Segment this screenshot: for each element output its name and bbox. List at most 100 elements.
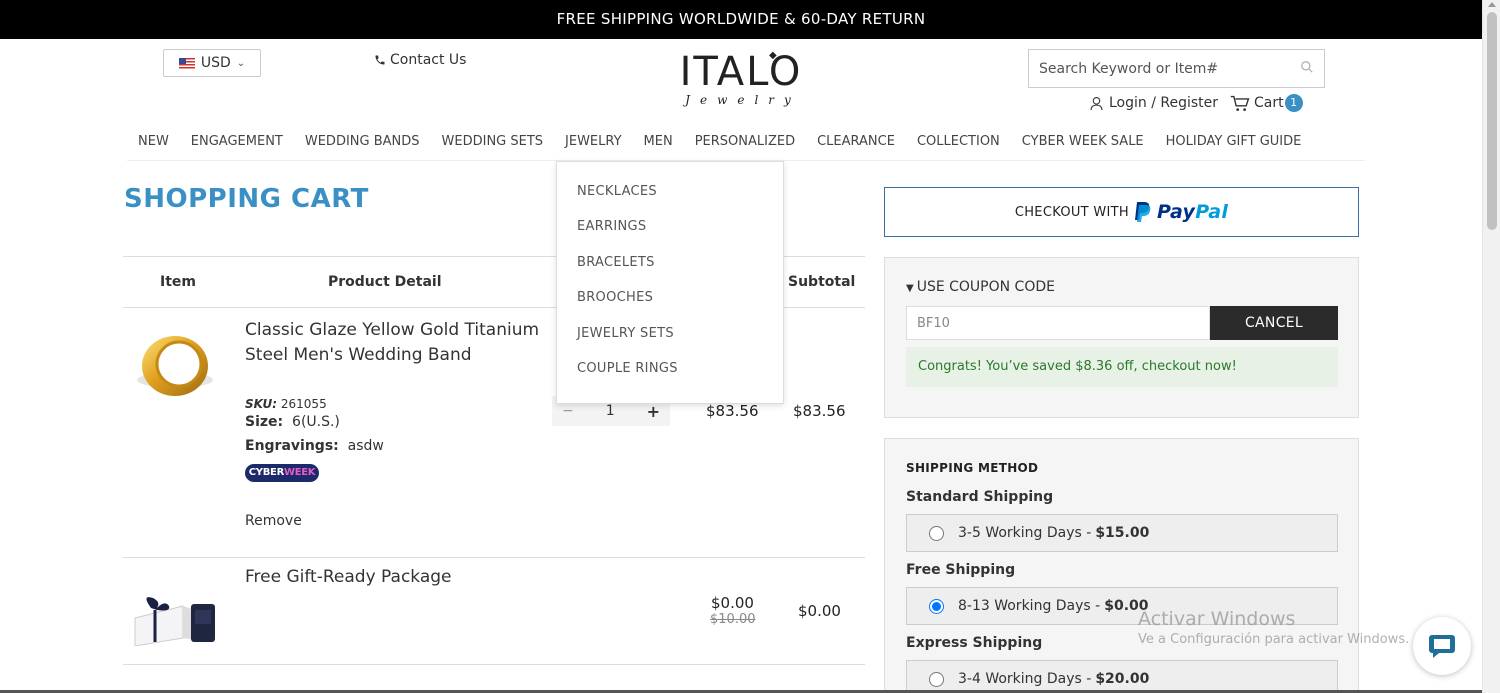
chat-bubble-icon — [1429, 635, 1455, 658]
coupon-success-message: Congrats! You’ve saved $8.36 off, checko… — [906, 347, 1338, 387]
menu-item-brooches[interactable]: BROOCHES — [557, 290, 783, 325]
login-register-link[interactable]: Login / Register — [1109, 95, 1218, 111]
shipping-option-price: $15.00 — [1095, 525, 1150, 541]
quantity-value[interactable]: 1 — [606, 403, 615, 419]
search-icon[interactable] — [1300, 60, 1314, 78]
nav-item-holiday-gift-guide[interactable]: HOLIDAY GIFT GUIDE — [1155, 132, 1313, 160]
cart-label: Cart — [1254, 95, 1284, 111]
unit-price: $83.56 — [706, 402, 759, 420]
cart-link[interactable]: Cart 1 — [1230, 94, 1303, 112]
badge-text-cyber: CYBER — [248, 467, 285, 478]
windows-activation-watermark: Activar Windows Ve a Configuración para … — [1138, 608, 1409, 647]
engraving-label: Engravings: — [245, 438, 339, 454]
shipping-option-price: $20.00 — [1095, 671, 1150, 687]
product-name-link[interactable]: Free Gift-Ready Package — [245, 565, 545, 590]
shipping-group-express: Express Shipping — [906, 635, 1043, 651]
menu-item-bracelets[interactable]: BRACELETS — [557, 255, 783, 290]
engraving-value: asdw — [347, 438, 384, 454]
increase-quantity-button[interactable]: + — [647, 402, 660, 421]
diamond-icon: ◆ — [769, 50, 777, 61]
coupon-toggle[interactable]: ▼ USE COUPON CODE — [906, 279, 1055, 295]
shipping-heading: SHIPPING METHOD — [906, 461, 1039, 475]
cart-icon — [1230, 95, 1250, 111]
main-nav: NEW ENGAGEMENT WEDDING BANDS WEDDING SET… — [127, 132, 1365, 161]
shipping-option-standard[interactable]: 3-5 Working Days - $15.00 — [906, 514, 1338, 552]
column-header-product-detail: Product Detail — [328, 274, 442, 290]
size-label: Size: — [245, 414, 284, 430]
badge-text-week: WEEK — [283, 467, 316, 478]
us-flag-icon — [178, 57, 195, 69]
nav-item-collection[interactable]: COLLECTION — [906, 132, 1011, 160]
coupon-heading: USE COUPON CODE — [916, 279, 1055, 295]
shipping-group-standard: Standard Shipping — [906, 489, 1054, 505]
watermark-line2: Ve a Configuración para activar Windows. — [1138, 632, 1410, 647]
nav-item-personalized[interactable]: PERSONALIZED — [684, 132, 806, 160]
cart-count-badge: 1 — [1284, 94, 1303, 112]
menu-item-necklaces[interactable]: NECKLACES — [557, 184, 783, 219]
shipping-method-panel: SHIPPING METHOD Standard Shipping 3-5 Wo… — [884, 438, 1359, 693]
live-chat-button[interactable] — [1413, 617, 1471, 675]
contact-label: Contact Us — [390, 52, 467, 68]
scroll-up-icon[interactable] — [1488, 2, 1496, 7]
search-box[interactable] — [1028, 49, 1325, 88]
size-value: 6(U.S.) — [292, 414, 340, 430]
contact-us-link[interactable]: Contact Us — [374, 52, 466, 68]
phone-icon — [375, 55, 385, 65]
cart-row: Free Gift-Ready Package $0.00 $10.00 $0.… — [123, 558, 865, 665]
logo-subtext: Jewelry — [685, 93, 801, 107]
shipping-radio-free[interactable] — [929, 598, 944, 614]
shipping-radio-express[interactable] — [929, 671, 944, 687]
cyber-week-badge: CYBERWEEK — [245, 464, 319, 482]
paypal-wordmark: PayPal — [1157, 201, 1228, 223]
row-subtotal: $0.00 — [798, 602, 841, 620]
remove-item-link[interactable]: Remove — [245, 513, 302, 529]
paypal-checkout-button[interactable]: CHECKOUT WITH PayPal — [884, 187, 1359, 237]
user-icon — [1090, 96, 1103, 110]
site-logo[interactable]: ITALO Jewelry ◆ — [668, 50, 814, 108]
nav-item-men[interactable]: MEN — [633, 132, 684, 160]
product-engraving: Engravings: asdw — [245, 438, 384, 454]
menu-item-jewelry-sets[interactable]: JEWELRY SETS — [557, 326, 783, 361]
scrollbar-thumb[interactable] — [1487, 12, 1497, 230]
currency-label: USD — [200, 55, 231, 71]
nav-item-jewelry[interactable]: JEWELRY — [554, 132, 633, 160]
checkout-with-label: CHECKOUT WITH — [1014, 204, 1129, 220]
shipping-radio-standard[interactable] — [929, 525, 944, 541]
nav-item-cyber-week-sale[interactable]: CYBER WEEK SALE — [1011, 132, 1155, 160]
column-header-item: Item — [160, 274, 196, 290]
menu-item-couple-rings[interactable]: COUPLE RINGS — [557, 361, 783, 396]
jewelry-dropdown-menu: NECKLACES EARRINGS BRACELETS BROOCHES JE… — [556, 161, 784, 404]
currency-selector[interactable]: USD ⌄ — [163, 49, 261, 77]
search-input[interactable] — [1039, 60, 1289, 77]
page-scrollbar[interactable] — [1482, 0, 1500, 693]
row-subtotal: $83.56 — [793, 402, 846, 420]
shipping-group-free: Free Shipping — [906, 562, 1016, 578]
chevron-down-icon: ⌄ — [236, 57, 246, 69]
paypal-wordmark-pal: Pal — [1195, 201, 1229, 223]
shipping-option-text: 8-13 Working Days - — [958, 598, 1101, 614]
cancel-coupon-button[interactable]: CANCEL — [1210, 306, 1338, 340]
nav-item-wedding-sets[interactable]: WEDDING SETS — [431, 132, 555, 160]
decrease-quantity-button[interactable]: − — [562, 403, 574, 419]
original-price: $10.00 — [710, 612, 756, 627]
shipping-option-express[interactable]: 3-4 Working Days - $20.00 — [906, 660, 1338, 693]
gift-box-image — [134, 597, 215, 646]
account-area: Login / Register Cart 1 — [1090, 94, 1303, 112]
watermark-line1: Activar Windows — [1138, 608, 1296, 630]
product-size: Size: 6(U.S.) — [245, 414, 340, 430]
coupon-panel: ▼USE COUPON CODE CANCEL Congrats! You’ve… — [884, 257, 1359, 418]
shipping-option-text: 3-4 Working Days - — [958, 671, 1092, 687]
unit-price: $0.00 — [711, 594, 754, 612]
nav-item-engagement[interactable]: ENGAGEMENT — [180, 132, 294, 160]
nav-item-wedding-bands[interactable]: WEDDING BANDS — [294, 132, 431, 160]
menu-item-earrings[interactable]: EARRINGS — [557, 219, 783, 254]
nav-item-new[interactable]: NEW — [127, 132, 180, 160]
ring-product-image[interactable] — [133, 328, 218, 408]
logo-text: ITALO — [679, 49, 803, 95]
page-title: SHOPPING CART — [124, 184, 369, 214]
nav-item-clearance[interactable]: CLEARANCE — [806, 132, 906, 160]
coupon-code-input[interactable] — [906, 306, 1210, 340]
promo-banner: FREE SHIPPING WORLDWIDE & 60-DAY RETURN — [0, 0, 1482, 39]
product-name-link[interactable]: Classic Glaze Yellow Gold Titanium Steel… — [245, 318, 545, 368]
sku-value: 261055 — [280, 397, 327, 411]
